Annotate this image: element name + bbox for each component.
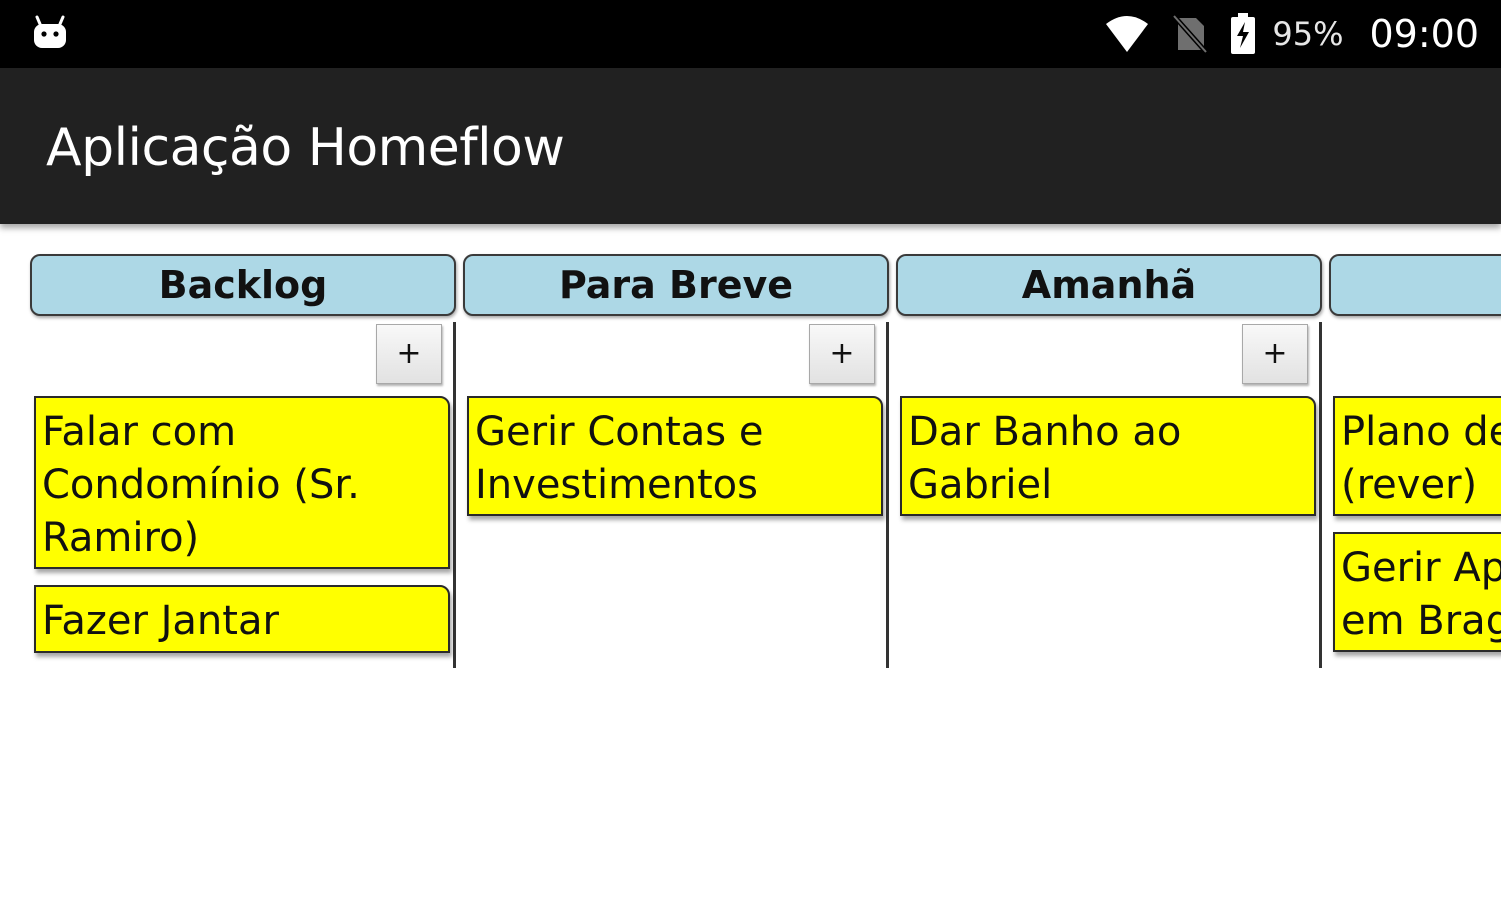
card-text-line: Falar com <box>42 409 237 455</box>
status-indicators: 95% 09:00 <box>1104 0 1479 68</box>
card-text-line: em Brag <box>1341 598 1501 644</box>
column-amanha: Amanhã + Dar Banho ao Gabriel <box>896 224 1322 668</box>
card-list: Gerir Contas e Investimentos <box>467 396 883 532</box>
card-list: Plano de (rever) Gerir Ap em Brag <box>1333 396 1501 668</box>
column-divider <box>886 322 889 668</box>
android-icon <box>34 15 66 48</box>
column-header[interactable]: Backlog <box>30 254 456 316</box>
status-bar: 95% 09:00 <box>0 0 1501 68</box>
card-text-line: Gerir Ap <box>1341 545 1501 591</box>
card-text-line: (rever) <box>1341 462 1478 508</box>
column-header[interactable] <box>1329 254 1501 316</box>
column-header[interactable]: Amanhã <box>896 254 1322 316</box>
kanban-board[interactable]: Backlog + Falar com Condomínio (Sr. Rami… <box>0 224 1501 900</box>
column-divider <box>1319 322 1322 668</box>
add-card-button[interactable]: + <box>809 324 875 384</box>
no-sim-icon <box>1172 14 1209 54</box>
card-text-line: Dar Banho ao <box>908 409 1182 455</box>
task-card[interactable]: Plano de (rever) <box>1333 396 1501 516</box>
card-text-line: Plano de <box>1341 409 1501 455</box>
column-partial: Plano de (rever) Gerir Ap em Brag <box>1329 224 1501 668</box>
card-text-line: Gerir Contas e <box>475 409 764 455</box>
clock: 09:00 <box>1369 12 1479 56</box>
task-card[interactable]: Dar Banho ao Gabriel <box>900 396 1316 516</box>
column-backlog: Backlog + Falar com Condomínio (Sr. Rami… <box>30 224 456 668</box>
card-list: Dar Banho ao Gabriel <box>900 396 1316 532</box>
app-bar: Aplicação Homeflow <box>0 68 1501 224</box>
task-card[interactable]: Fazer Jantar <box>34 585 450 653</box>
app-title: Aplicação Homeflow <box>46 118 565 178</box>
card-text-line: Condomínio (Sr. <box>42 462 360 508</box>
card-list: Falar com Condomínio (Sr. Ramiro) Fazer … <box>34 396 450 669</box>
wifi-icon <box>1106 16 1149 52</box>
task-card[interactable]: Falar com Condomínio (Sr. Ramiro) <box>34 396 450 569</box>
task-card[interactable]: Gerir Contas e Investimentos <box>467 396 883 516</box>
card-text-line: Gabriel <box>908 462 1053 508</box>
battery-charging-icon <box>1231 13 1256 54</box>
column-divider <box>453 322 456 668</box>
card-text-line: Ramiro) <box>42 515 200 561</box>
column-header[interactable]: Para Breve <box>463 254 889 316</box>
task-card[interactable]: Gerir Ap em Brag <box>1333 532 1501 652</box>
add-card-button[interactable]: + <box>376 324 442 384</box>
card-text-line: Fazer Jantar <box>42 598 279 644</box>
battery-percent: 95% <box>1272 15 1344 53</box>
add-card-button[interactable]: + <box>1242 324 1308 384</box>
card-text-line: Investimentos <box>475 462 758 508</box>
column-para-breve: Para Breve + Gerir Contas e Investimento… <box>463 224 889 668</box>
